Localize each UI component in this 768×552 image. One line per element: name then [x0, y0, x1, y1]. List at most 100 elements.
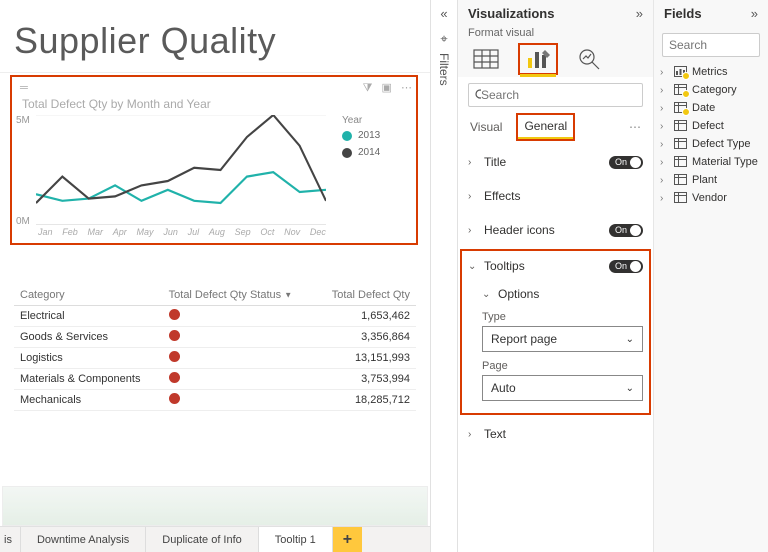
y-tick: 0M	[16, 216, 30, 227]
focus-mode-icon[interactable]: ▣	[382, 82, 392, 94]
field-table-vendor[interactable]: › Vendor	[654, 189, 768, 207]
tooltip-page-label: Page	[482, 360, 643, 372]
table-row[interactable]: Electrical1,653,462	[14, 306, 416, 327]
format-search[interactable]	[468, 83, 643, 107]
format-tab-general[interactable]: General	[518, 115, 573, 139]
header-icons-toggle[interactable]: On	[609, 224, 643, 237]
page-tab-tooltip1[interactable]: Tooltip 1	[259, 527, 333, 552]
format-search-input[interactable]	[481, 88, 636, 102]
visualizations-pane: Visualizations » Format visual Visual Ge…	[458, 0, 654, 552]
page-tab-duplicate[interactable]: Duplicate of Info	[146, 527, 259, 552]
tooltip-type-select[interactable]: Report page⌄	[482, 326, 643, 352]
card-title[interactable]: ›Title On	[468, 153, 643, 171]
chart-legend: Year 2013 2014	[342, 115, 380, 239]
table-row[interactable]: Logistics13,151,993	[14, 348, 416, 369]
col-qty[interactable]: Total Defect Qty	[315, 285, 416, 306]
analytics-button[interactable]	[572, 45, 608, 73]
collapse-fields-icon[interactable]: »	[751, 6, 758, 21]
col-category[interactable]: Category	[14, 285, 163, 306]
report-canvas: Supplier Quality ═ ⧩ ▣ ⋯ Total Defect Qt…	[0, 0, 430, 552]
field-table-category[interactable]: › Category	[654, 81, 768, 99]
collapse-viz-icon[interactable]: »	[636, 6, 643, 21]
field-table-label: Defect	[692, 120, 724, 132]
field-table-label: Category	[692, 84, 737, 96]
field-table-plant[interactable]: › Plant	[654, 171, 768, 189]
filter-icon[interactable]: ⧩	[363, 82, 373, 94]
field-table-label: Date	[692, 102, 715, 114]
format-more-icon[interactable]: ⋯	[629, 120, 643, 134]
field-table-material type[interactable]: › Material Type	[654, 153, 768, 171]
field-table-defect[interactable]: › Defect	[654, 117, 768, 135]
chevron-right-icon: ›	[660, 67, 670, 78]
table-row[interactable]: Mechanicals18,285,712	[14, 390, 416, 411]
tooltips-toggle[interactable]: On	[609, 260, 643, 273]
chevron-right-icon: ›	[660, 121, 670, 132]
sort-caret-icon: ▼	[284, 291, 292, 300]
x-axis-labels: JanFebMarAprMayJunJulAugSepOctNovDec	[36, 225, 326, 239]
format-tab-visual[interactable]: Visual	[468, 116, 504, 138]
format-visual-label: Format visual	[458, 27, 653, 39]
chevron-right-icon: ›	[660, 193, 670, 204]
table-row[interactable]: Materials & Components3,753,994	[14, 369, 416, 390]
page-title: Supplier Quality	[0, 0, 430, 73]
card-tooltips[interactable]: ⌄Tooltips On	[468, 257, 643, 275]
chevron-right-icon: ›	[468, 157, 478, 168]
table-icon	[674, 156, 687, 167]
visual-header: ═ ⧩ ▣ ⋯	[16, 81, 416, 97]
expand-filters-icon[interactable]: «	[440, 6, 447, 21]
card-effects[interactable]: ›Effects	[468, 187, 643, 205]
chevron-down-icon: ⌄	[468, 261, 478, 272]
page-tab-cut[interactable]: is	[0, 527, 21, 552]
tooltip-page-select[interactable]: Auto⌄	[482, 375, 643, 401]
chevron-right-icon: ›	[660, 139, 670, 150]
page-tab-downtime[interactable]: Downtime Analysis	[21, 527, 146, 552]
status-dot-icon	[169, 309, 180, 320]
table-icon	[674, 138, 687, 149]
checked-badge-icon	[682, 108, 690, 116]
legend-item-2014[interactable]: 2014	[342, 147, 380, 158]
format-visual-button[interactable]	[520, 45, 556, 73]
chevron-down-icon: ⌄	[626, 334, 634, 345]
fields-search-input[interactable]	[669, 38, 768, 52]
card-text[interactable]: ›Text	[468, 425, 643, 443]
field-table-metrics[interactable]: › Metrics	[654, 63, 768, 81]
status-dot-icon	[169, 393, 180, 404]
card-header-icons[interactable]: ›Header icons On	[468, 221, 643, 239]
card-tooltips-options[interactable]: ⌄Options	[482, 285, 643, 303]
chevron-right-icon: ›	[468, 191, 478, 202]
field-table-defect type[interactable]: › Defect Type	[654, 135, 768, 153]
table-visual[interactable]: Category Total Defect Qty Status ▼ Total…	[14, 285, 416, 411]
col-status[interactable]: Total Defect Qty Status ▼	[163, 285, 315, 306]
table-icon	[674, 174, 687, 185]
status-dot-icon	[169, 351, 180, 362]
chevron-down-icon: ⌄	[626, 383, 634, 394]
grip-icon[interactable]: ═	[20, 82, 28, 94]
chevron-down-icon: ⌄	[482, 289, 492, 300]
chart-title: Total Defect Qty by Month and Year	[16, 97, 416, 115]
field-table-date[interactable]: › Date	[654, 99, 768, 117]
field-table-label: Vendor	[692, 192, 727, 204]
legend-item-2013[interactable]: 2013	[342, 130, 380, 141]
table-row[interactable]: Goods & Services3,356,864	[14, 327, 416, 348]
field-table-label: Plant	[692, 174, 717, 186]
build-visual-button[interactable]	[468, 45, 504, 73]
filters-funnel-icon: ⌖	[440, 31, 447, 47]
filters-pane-collapsed: « ⌖ Filters	[430, 0, 458, 552]
add-page-button[interactable]: +	[333, 527, 362, 552]
title-toggle[interactable]: On	[609, 156, 643, 169]
chevron-right-icon: ›	[660, 103, 670, 114]
y-tick: 5M	[16, 115, 30, 126]
checked-badge-icon	[682, 90, 690, 98]
chart-plot-area	[36, 115, 326, 225]
visualizations-title: Visualizations	[468, 6, 554, 21]
line-chart-visual[interactable]: ═ ⧩ ▣ ⋯ Total Defect Qty by Month and Ye…	[10, 75, 418, 245]
more-options-icon[interactable]: ⋯	[401, 82, 412, 94]
fields-search[interactable]	[662, 33, 760, 57]
map-visual[interactable]	[2, 486, 428, 526]
field-table-label: Metrics	[692, 66, 727, 78]
status-dot-icon	[169, 330, 180, 341]
status-dot-icon	[169, 372, 180, 383]
chevron-right-icon: ›	[468, 429, 478, 440]
chevron-right-icon: ›	[660, 175, 670, 186]
filters-label[interactable]: Filters	[437, 53, 451, 86]
